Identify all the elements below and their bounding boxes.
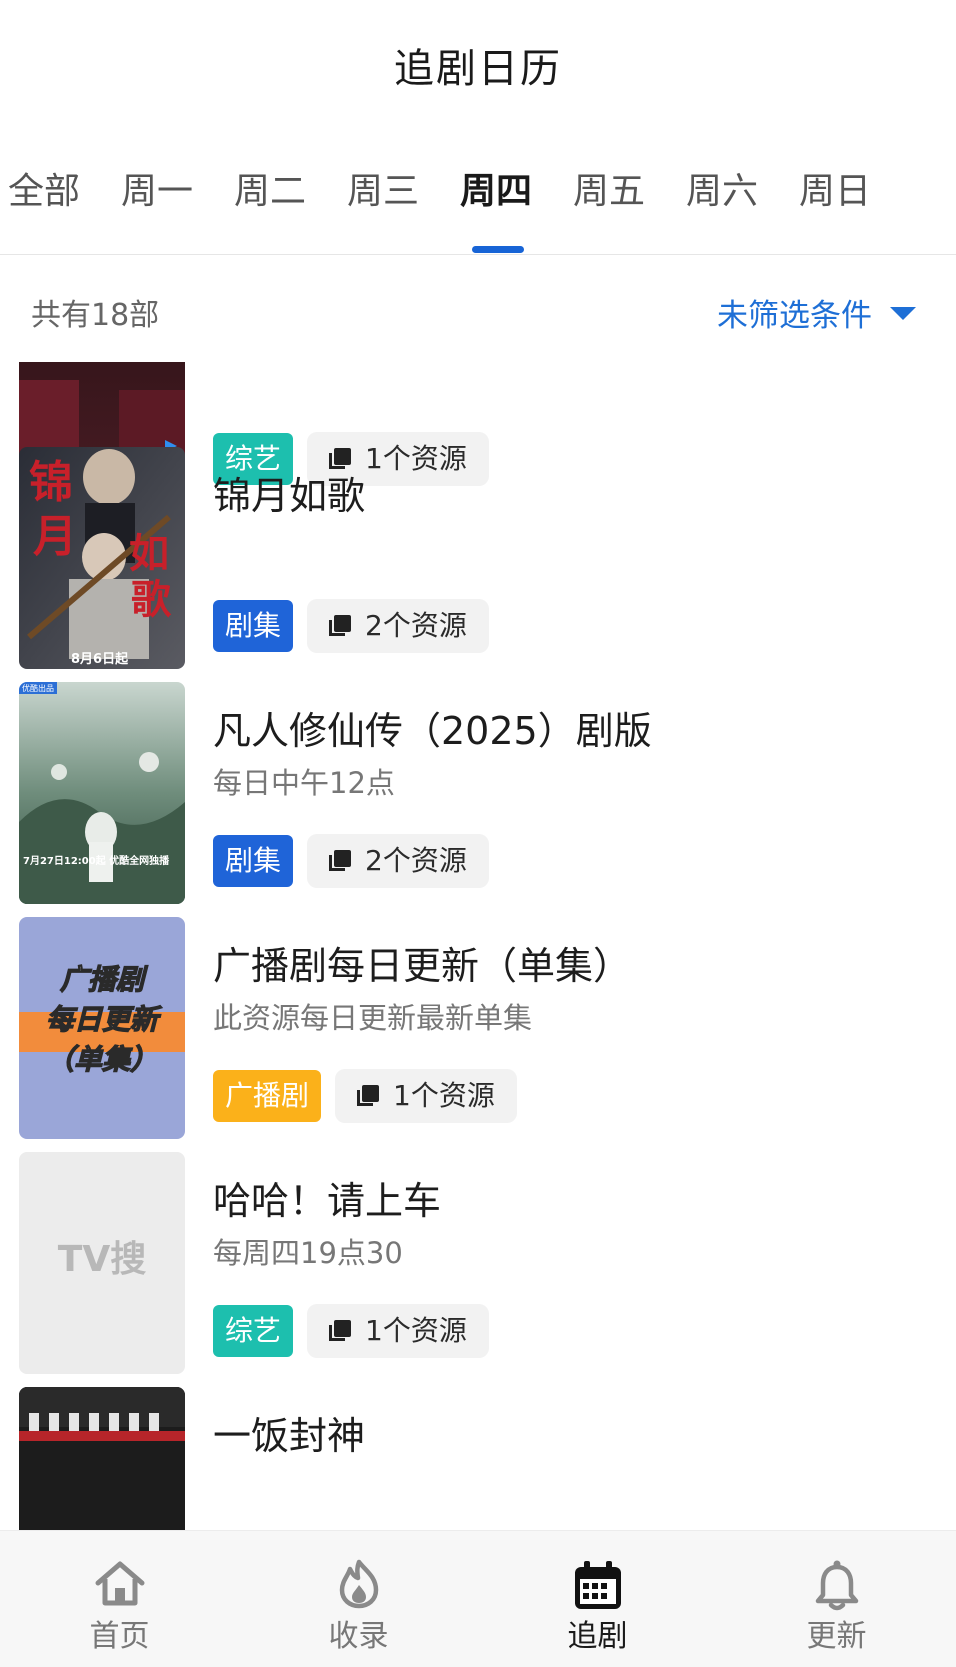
item-schedule: 此资源每日更新最新单集	[213, 1001, 533, 1035]
poster-image	[19, 1387, 185, 1530]
nav-calendar[interactable]: 追剧	[478, 1531, 717, 1667]
svg-text:月: 月	[33, 511, 77, 562]
nav-home[interactable]: 首页	[0, 1531, 239, 1667]
category-tag: 广播剧	[213, 1070, 322, 1122]
flame-icon	[339, 1559, 378, 1609]
nav-label: 追剧	[567, 1619, 628, 1654]
nav-updates[interactable]: 更新	[717, 1531, 956, 1667]
list-item[interactable]: 一饭封神	[0, 1387, 956, 1530]
poster-image: 优酷出品 7月27日12:00起 优酷全网独播	[19, 682, 185, 904]
resource-count-button[interactable]: 1个资源	[307, 1304, 489, 1358]
poster-line-2: 每日更新	[46, 1003, 163, 1036]
item-schedule: 每日中午12点	[213, 766, 395, 800]
svg-text:如: 如	[129, 530, 169, 577]
item-title[interactable]: 凡人修仙传（2025）剧版	[213, 700, 652, 755]
nav-collection[interactable]: 收录	[239, 1531, 478, 1667]
list-item[interactable]: 锦 月 如 歌 8月6日起 锦月如歌 剧集 2个资源	[0, 447, 956, 671]
resource-count-button[interactable]: 2个资源	[307, 834, 489, 888]
page-title: 追剧日历	[394, 46, 562, 92]
item-tags: 剧集 2个资源	[213, 599, 489, 653]
nav-label: 更新	[806, 1619, 867, 1654]
resource-count: 1个资源	[365, 1314, 467, 1347]
tab-sunday[interactable]: 周日	[799, 162, 871, 214]
nav-label: 首页	[89, 1619, 150, 1654]
result-count: 共有18部	[31, 298, 160, 333]
item-tags: 广播剧 1个资源	[213, 1069, 517, 1123]
svg-text:锦: 锦	[29, 457, 73, 508]
caret-down-icon	[890, 307, 916, 320]
poster-line-1: 广播剧	[60, 963, 149, 996]
drama-list: 综艺 1个资源 锦 月 如 歌 8月6日起 锦月如歌 剧集 2个资源 优酷出品 …	[0, 362, 956, 1530]
tab-wednesday[interactable]: 周三	[347, 162, 419, 214]
list-item[interactable]: 广播剧 每日更新 （单集） 广播剧每日更新（单集） 此资源每日更新最新单集 广播…	[0, 917, 956, 1141]
tab-all[interactable]: 全部	[8, 162, 80, 214]
poster-image: 广播剧 每日更新 （单集）	[19, 917, 185, 1139]
poster-line-3: （单集）	[46, 1043, 158, 1076]
resource-count-button[interactable]: 2个资源	[307, 599, 489, 653]
tab-friday[interactable]: 周五	[573, 162, 645, 214]
item-tags: 综艺 1个资源	[213, 1304, 489, 1358]
item-title[interactable]: 锦月如歌	[213, 465, 365, 520]
nav-label: 收录	[328, 1619, 389, 1654]
resource-count: 2个资源	[365, 609, 467, 642]
poster-date-text: 8月6日起	[71, 651, 129, 667]
filter-label: 未筛选条件	[717, 298, 872, 334]
item-title[interactable]: 一饭封神	[213, 1405, 365, 1460]
category-tag: 剧集	[213, 835, 294, 887]
poster-date-text: 7月27日12:00起 优酷全网独播	[23, 854, 170, 867]
active-tab-indicator	[472, 246, 524, 253]
poster-badge-text: 优酷出品	[22, 683, 54, 693]
item-tags: 剧集 2个资源	[213, 834, 489, 888]
bottom-navigation: 首页 收录 追剧 更新	[0, 1530, 956, 1667]
tab-tuesday[interactable]: 周二	[234, 162, 306, 214]
home-icon	[95, 1561, 144, 1606]
placeholder-logo: TV搜	[57, 1239, 147, 1280]
tab-thursday[interactable]: 周四	[460, 162, 532, 214]
stack-icon	[357, 1085, 380, 1107]
svg-text:歌: 歌	[131, 576, 172, 623]
poster-image: 锦 月 如 歌 8月6日起	[19, 447, 185, 669]
poster-placeholder: TV搜	[19, 1152, 185, 1374]
filter-dropdown[interactable]: 未筛选条件	[717, 290, 916, 335]
stack-icon	[329, 1320, 352, 1342]
calendar-icon	[574, 1561, 621, 1609]
stack-icon	[329, 850, 352, 872]
weekday-tabs: 全部 周一 周二 周三 周四 周五 周六 周日	[0, 150, 956, 255]
item-schedule: 每周四19点30	[213, 1236, 403, 1270]
category-tag: 综艺	[213, 1305, 294, 1357]
item-title[interactable]: 广播剧每日更新（单集）	[213, 935, 631, 990]
category-tag: 剧集	[213, 600, 294, 652]
item-title[interactable]: 哈哈！请上车	[213, 1170, 441, 1225]
resource-count: 2个资源	[365, 844, 467, 877]
stack-icon	[329, 615, 352, 637]
list-item[interactable]: 优酷出品 7月27日12:00起 优酷全网独播 凡人修仙传（2025）剧版 每日…	[0, 682, 956, 906]
tab-monday[interactable]: 周一	[121, 162, 193, 214]
resource-count: 1个资源	[393, 1079, 495, 1112]
list-item[interactable]: TV搜 哈哈！请上车 每周四19点30 综艺 1个资源	[0, 1152, 956, 1376]
tab-saturday[interactable]: 周六	[686, 162, 758, 214]
bell-icon	[815, 1560, 858, 1611]
resource-count-button[interactable]: 1个资源	[335, 1069, 517, 1123]
